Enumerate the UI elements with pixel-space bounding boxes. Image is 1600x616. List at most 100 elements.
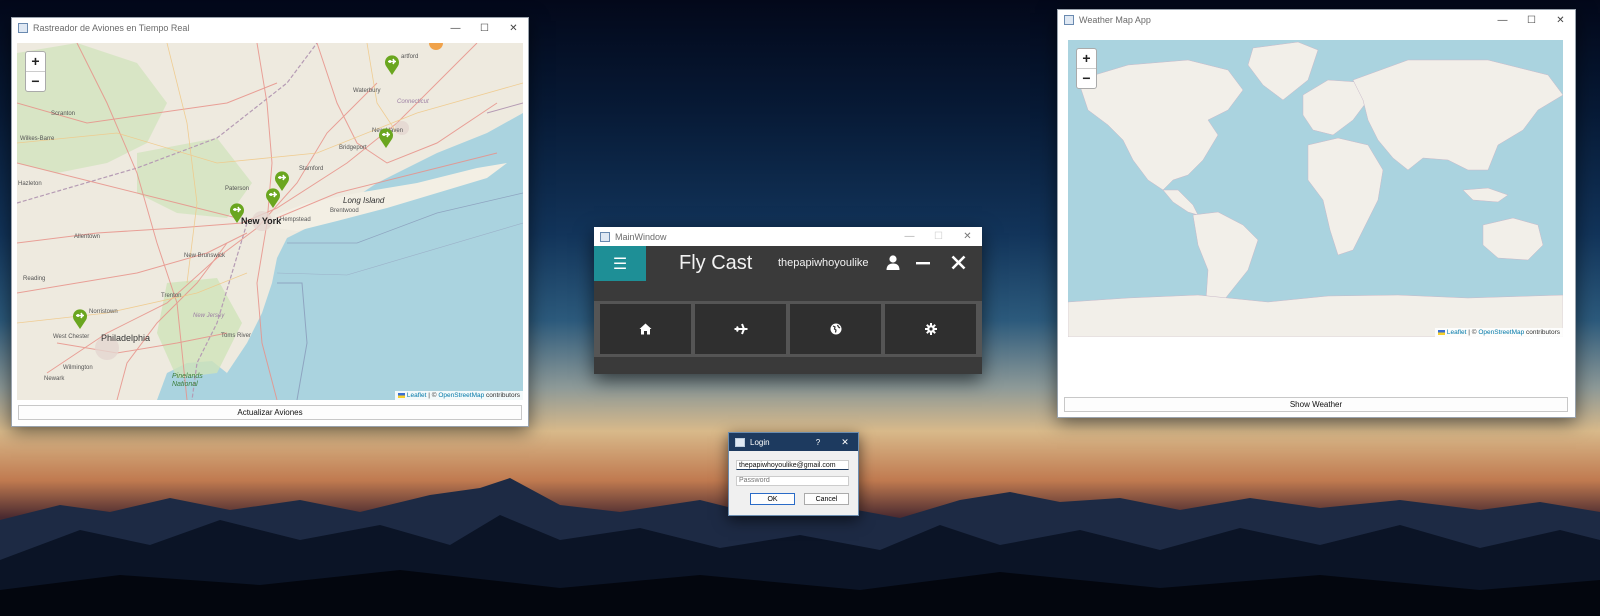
user-icon[interactable]: [885, 254, 901, 275]
map-label-stamford: Stamford: [299, 166, 324, 172]
password-field[interactable]: [736, 476, 849, 486]
map-label-scranton: Scranton: [51, 111, 76, 117]
zoom-control: + −: [1076, 48, 1097, 89]
app-icon: [735, 437, 745, 447]
plane-tracker-window[interactable]: Rastreador de Aviones en Tiempo Real — ☐…: [11, 17, 529, 427]
osm-link[interactable]: OpenStreetMap: [438, 392, 484, 399]
map-label-norristown: Norristown: [89, 309, 118, 315]
app-icon: [18, 23, 28, 33]
map-label-hazleton: Hazleton: [18, 181, 42, 187]
map-attribution: Leaflet | © OpenStreetMap contributors: [395, 391, 523, 400]
map-label-new-york: New York: [241, 216, 282, 226]
zoom-out-button[interactable]: −: [26, 72, 45, 91]
map-label-trenton: Trenton: [161, 293, 182, 299]
minimize-icon[interactable]: —: [895, 231, 924, 242]
hamburger-icon[interactable]: ☰: [594, 246, 646, 281]
zoom-in-button[interactable]: +: [1077, 49, 1096, 69]
plane-marker-icon[interactable]: [72, 308, 88, 329]
leaflet-link[interactable]: Leaflet: [1447, 329, 1467, 336]
window-title: Weather Map App: [1079, 15, 1151, 25]
help-icon[interactable]: ?: [804, 438, 832, 447]
map-label-newark-de: Newark: [44, 376, 65, 382]
flycast-window[interactable]: MainWindow — ☐ ✕ ☰ Fly Cast thepapiwhoyo…: [594, 227, 982, 374]
close-icon[interactable]: [951, 255, 966, 275]
flag-icon: [1438, 329, 1446, 335]
map-label-toms-river: Toms River: [221, 333, 252, 339]
flycast-tiles: [594, 301, 982, 357]
map-attribution: Leaflet | © OpenStreetMap contributors: [1435, 328, 1563, 337]
maximize-icon[interactable]: ☐: [1517, 15, 1546, 26]
map-label-connecticut: Connecticut: [397, 99, 429, 105]
flights-tile[interactable]: [695, 304, 786, 354]
close-icon[interactable]: ✕: [832, 437, 858, 448]
flag-icon: [398, 392, 406, 398]
plane-marker-icon[interactable]: [384, 54, 400, 75]
login-dialog[interactable]: Login ? ✕ thepapiwhoyoulike@gmail.com OK…: [728, 432, 859, 516]
leaflet-link[interactable]: Leaflet: [407, 392, 427, 399]
email-field[interactable]: thepapiwhoyoulike@gmail.com: [736, 460, 849, 470]
map-label-reading: Reading: [23, 276, 46, 282]
osm-link[interactable]: OpenStreetMap: [1478, 329, 1524, 336]
attribution-tail: contributors: [1524, 329, 1560, 336]
airplane-icon: [734, 323, 747, 335]
attribution-separator: | ©: [426, 392, 439, 399]
home-tile[interactable]: [600, 304, 691, 354]
map-label-pinelands: Pinelands National: [172, 373, 203, 388]
username-label: thepapiwhoyoulike: [778, 257, 869, 269]
minimize-icon[interactable]: —: [1488, 15, 1517, 26]
dialog-title: Login: [750, 437, 770, 447]
app-title: Fly Cast: [679, 252, 753, 274]
login-titlebar[interactable]: Login ? ✕: [729, 433, 858, 451]
zoom-in-button[interactable]: +: [26, 52, 45, 72]
plane-marker-icon[interactable]: [229, 202, 245, 223]
close-icon[interactable]: ✕: [1546, 15, 1575, 26]
map-label-paterson: Paterson: [225, 186, 250, 192]
window-title: Rastreador de Aviones en Tiempo Real: [33, 23, 190, 33]
globe-icon: [830, 323, 841, 335]
flycast-header: ☰ Fly Cast thepapiwhoyoulike: [594, 246, 982, 281]
map-label-wilkes-barre: Wilkes-Barre: [20, 136, 55, 142]
plane-marker-icon[interactable]: [378, 127, 394, 148]
app-icon: [600, 231, 610, 242]
settings-tile[interactable]: [885, 304, 976, 354]
world-tiles: [1068, 41, 1563, 337]
map-label-waterbury: Waterbury: [353, 88, 381, 94]
close-icon[interactable]: ✕: [499, 23, 528, 34]
gear-icon: [924, 323, 937, 335]
attribution-separator: | ©: [1466, 329, 1479, 336]
map-label-west-chester: West Chester: [53, 334, 90, 340]
map-label-hempstead: Hempstead: [280, 217, 311, 223]
plane-map[interactable]: Waterbury artford Connecticut Bridgeport…: [17, 43, 523, 400]
map-label-allentown: Allentown: [74, 234, 101, 240]
update-planes-button[interactable]: Actualizar Aviones: [18, 405, 522, 420]
weather-titlebar[interactable]: Weather Map App — ☐ ✕: [1058, 10, 1575, 30]
map-label-bridgeport: Bridgeport: [339, 145, 367, 151]
minimize-icon[interactable]: [916, 256, 930, 275]
home-icon: [639, 323, 652, 335]
flycast-titlebar[interactable]: MainWindow — ☐ ✕: [594, 227, 982, 246]
map-label-wilmington: Wilmington: [63, 365, 93, 371]
zoom-out-button[interactable]: −: [1077, 69, 1096, 88]
map-label-brentwood: Brentwood: [330, 208, 359, 214]
window-title: MainWindow: [615, 231, 667, 242]
maximize-icon[interactable]: ☐: [470, 23, 499, 34]
plane-tracker-titlebar[interactable]: Rastreador de Aviones en Tiempo Real — ☐…: [12, 18, 528, 38]
globe-tile[interactable]: [790, 304, 881, 354]
close-icon[interactable]: ✕: [953, 231, 982, 242]
map-label-long-island: Long Island: [343, 196, 385, 205]
weather-map[interactable]: + − Leaflet | © OpenStreetMap contributo…: [1068, 40, 1563, 337]
cancel-button[interactable]: Cancel: [804, 493, 849, 505]
minimize-icon[interactable]: —: [441, 23, 470, 34]
maximize-icon[interactable]: ☐: [924, 231, 953, 242]
map-label-philadelphia: Philadelphia: [101, 333, 151, 343]
weather-window[interactable]: Weather Map App — ☐ ✕ + − Leaflet | © Op…: [1057, 9, 1576, 418]
map-label-new-brunswick: New Brunswick: [184, 253, 226, 259]
app-icon: [1064, 15, 1074, 25]
map-label-new-jersey: New Jersey: [193, 313, 225, 319]
plane-marker-icon[interactable]: [265, 187, 281, 208]
map-label-hartford: artford: [401, 54, 419, 60]
ok-button[interactable]: OK: [750, 493, 795, 505]
show-weather-button[interactable]: Show Weather: [1064, 397, 1568, 412]
zoom-control: + −: [25, 51, 46, 92]
attribution-tail: contributors: [484, 392, 520, 399]
